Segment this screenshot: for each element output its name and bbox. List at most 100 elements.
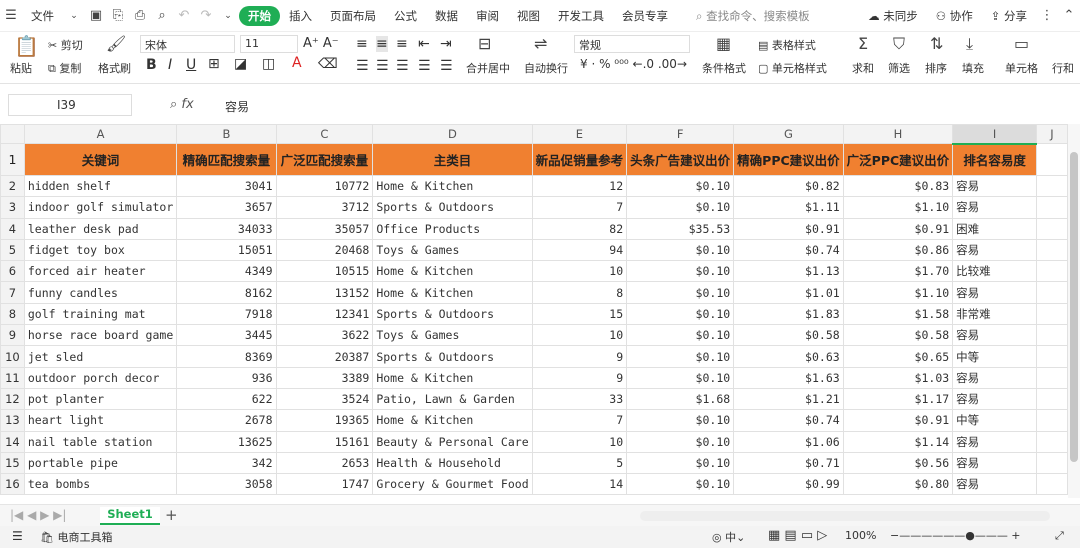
- column-header[interactable]: E: [531, 124, 628, 144]
- cell[interactable]: $0.10: [626, 409, 735, 432]
- fill-button[interactable]: 填充: [962, 60, 984, 76]
- align-center-icon[interactable]: ☰: [376, 58, 389, 74]
- cell[interactable]: 容易: [952, 451, 1037, 475]
- sum-icon[interactable]: Σ: [858, 34, 868, 53]
- tab-formulas[interactable]: 公式: [385, 8, 426, 24]
- cell[interactable]: $0.58: [733, 324, 844, 347]
- cell[interactable]: 20387: [275, 345, 374, 368]
- cell[interactable]: 容易: [952, 473, 1037, 496]
- cell[interactable]: $0.91: [842, 217, 954, 240]
- row-header[interactable]: 5: [0, 238, 25, 262]
- format-painter-icon[interactable]: 🖌: [106, 34, 126, 53]
- cell[interactable]: 13625: [176, 430, 277, 453]
- cell[interactable]: 3712: [275, 196, 374, 219]
- file-menu[interactable]: 文件: [22, 8, 63, 24]
- indent-decrease-icon[interactable]: ⇤: [418, 36, 430, 52]
- cell[interactable]: 15051: [176, 238, 277, 262]
- cell[interactable]: $0.74: [733, 409, 844, 432]
- cell[interactable]: 困难: [952, 217, 1037, 240]
- collapse-icon[interactable]: ⌃: [1058, 8, 1080, 23]
- cell[interactable]: 82: [531, 217, 628, 240]
- distributed-icon[interactable]: ☰: [440, 58, 453, 74]
- border-icon[interactable]: ⊞: [208, 56, 220, 72]
- cell[interactable]: $0.71: [733, 451, 844, 475]
- cell[interactable]: $1.10: [842, 281, 954, 304]
- layout-icons[interactable]: ▦ ▤ ▭ ▷: [768, 528, 827, 543]
- empty-cell[interactable]: [1035, 143, 1068, 176]
- menu-icon[interactable]: ☰: [12, 529, 23, 543]
- cell[interactable]: 中等: [952, 345, 1037, 368]
- cell[interactable]: 13152: [275, 281, 374, 304]
- column-header[interactable]: F: [626, 124, 735, 144]
- cell[interactable]: 中等: [952, 409, 1037, 432]
- cell[interactable]: $0.10: [626, 260, 735, 283]
- cell[interactable]: 20468: [275, 238, 374, 262]
- row-header[interactable]: 11: [0, 366, 25, 389]
- column-header[interactable]: I: [952, 124, 1037, 145]
- sheet-tab-sheet1[interactable]: Sheet1: [100, 507, 160, 525]
- cell[interactable]: 容易: [952, 430, 1037, 453]
- cell-button[interactable]: 单元格: [1005, 60, 1038, 76]
- fill-color-icon[interactable]: ◪: [234, 56, 247, 72]
- cell[interactable]: 7: [531, 196, 628, 219]
- cell[interactable]: 容易: [952, 324, 1037, 347]
- italic-icon[interactable]: I: [168, 57, 172, 73]
- redo-icon[interactable]: ↷: [195, 8, 217, 23]
- cell[interactable]: $0.83: [842, 174, 954, 198]
- header-cell[interactable]: 广泛匹配搜索量: [275, 143, 374, 176]
- cell[interactable]: $0.56: [842, 451, 954, 475]
- copy-button[interactable]: ⧉ 复制: [48, 60, 81, 76]
- chevron-down-icon[interactable]: ⌄: [63, 11, 85, 21]
- cell-icon[interactable]: ▭: [1014, 34, 1029, 53]
- corner-select-all[interactable]: [0, 124, 25, 144]
- cell[interactable]: Home & Kitchen: [372, 409, 533, 432]
- paste-icon[interactable]: 📋: [14, 34, 39, 58]
- cell[interactable]: $1.58: [842, 302, 954, 326]
- cell[interactable]: 34033: [176, 217, 277, 240]
- cell[interactable]: $0.10: [626, 324, 735, 347]
- cell[interactable]: $1.03: [842, 366, 954, 389]
- cell[interactable]: 35057: [275, 217, 374, 240]
- cell[interactable]: $1.70: [842, 260, 954, 283]
- cell[interactable]: 容易: [952, 238, 1037, 262]
- column-header[interactable]: H: [842, 124, 954, 144]
- cell[interactable]: Beauty & Personal Care: [372, 430, 533, 453]
- cell[interactable]: 10772: [275, 174, 374, 198]
- cell[interactable]: indoor golf simulator: [23, 196, 178, 219]
- sheet-nav-icons[interactable]: |◀ ◀ ▶ ▶|: [10, 508, 66, 522]
- cell[interactable]: pot planter: [23, 387, 178, 411]
- conditional-format-button[interactable]: 条件格式: [702, 60, 746, 76]
- cell[interactable]: 3622: [275, 324, 374, 347]
- table-style-button[interactable]: ▤ 表格样式: [758, 37, 816, 53]
- cell[interactable]: 8: [531, 281, 628, 304]
- cell[interactable]: Patio, Lawn & Garden: [372, 387, 533, 411]
- row-header[interactable]: 2: [0, 174, 25, 198]
- empty-cell[interactable]: [1035, 196, 1068, 219]
- sync-button[interactable]: ☁ 未同步: [859, 8, 927, 24]
- filter-button[interactable]: 筛选: [888, 60, 910, 76]
- align-top-icon[interactable]: ≡: [356, 36, 368, 52]
- row-header[interactable]: 16: [0, 473, 25, 496]
- preview-icon[interactable]: ⌕: [151, 8, 173, 23]
- cell[interactable]: 19365: [275, 409, 374, 432]
- cell[interactable]: outdoor porch decor: [23, 366, 178, 389]
- font-grow-icon[interactable]: A⁺ A⁻: [303, 36, 339, 51]
- column-header[interactable]: B: [176, 124, 277, 144]
- font-name-select[interactable]: 宋体: [140, 35, 235, 53]
- print-icon[interactable]: ⎙: [129, 8, 151, 23]
- row-header[interactable]: 10: [0, 345, 25, 368]
- menu-icon[interactable]: ☰: [0, 8, 22, 23]
- tab-developer[interactable]: 开发工具: [549, 8, 613, 24]
- cell[interactable]: 容易: [952, 196, 1037, 219]
- cell[interactable]: heart light: [23, 409, 178, 432]
- cell[interactable]: $0.10: [626, 430, 735, 453]
- cell[interactable]: 1747: [275, 473, 374, 496]
- cell[interactable]: 容易: [952, 387, 1037, 411]
- cell[interactable]: Office Products: [372, 217, 533, 240]
- wrap-icon[interactable]: ⇌: [534, 34, 547, 53]
- header-cell[interactable]: 关键词: [23, 143, 178, 176]
- align-middle-icon[interactable]: ≡: [376, 36, 388, 52]
- cell[interactable]: $0.10: [626, 281, 735, 304]
- row-header[interactable]: 3: [0, 196, 25, 219]
- cell[interactable]: $1.13: [733, 260, 844, 283]
